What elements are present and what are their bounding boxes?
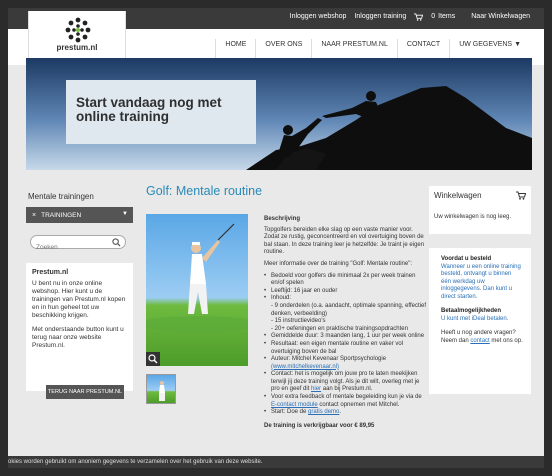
hier-link[interactable]: hier [311,386,321,392]
payment-text: U kunt met iDeal betalen. [441,315,509,322]
banner-title: Start vandaag nog met online training [76,95,222,124]
feedback-text: Voor extra feedback of mentale begeleidi… [271,394,422,401]
questions-text: Heeft u nog andere vragen? Neem dan cont… [441,330,523,345]
right-sidebar: Winkelwagen Uw winkelwagen is nog leeg. … [429,186,531,394]
cart-heading: Winkelwagen [434,191,482,200]
list-item: Resultaat: een eigen mentale routine en … [264,341,426,356]
search-icon[interactable] [112,238,121,247]
chevron-down-icon: ▼ [122,211,128,217]
list-item-label: Inhoud: [271,295,292,302]
e-contact-link[interactable]: E-contact module [271,402,318,408]
trainingen-dropdown[interactable]: × TRAININGEN ▼ [26,207,133,223]
zoom-button[interactable] [146,352,160,366]
page-title: Golf: Mentale routine [146,184,263,198]
sidebar-heading: Mentale trainingen [28,192,94,201]
payment-heading: Betaalmogelijkheden [441,308,502,314]
logo[interactable]: prestum.nl [28,11,126,65]
info-box: Prestum.nl U bent nu in onze online webs… [26,263,133,399]
product-thumbnail[interactable] [146,374,176,404]
start-text: Start: Doe de [271,409,307,416]
description-heading: Beschrijving [264,216,301,222]
order-info-text: Wanneer u een online training besteld, o… [441,263,521,300]
cart-count: 0 [431,13,436,20]
cart-items-label: Items [438,13,456,20]
dropdown-label: TRAININGEN [41,211,82,219]
cart-link[interactable]: Naar Winkelwagen [471,13,530,20]
cart-icon[interactable] [516,191,526,200]
hero-banner: Start vandaag nog met online training [26,58,532,170]
list-item: Bedoeld voor golfers die minimaal 2x per… [264,273,426,288]
demo-link[interactable]: gratis demo [308,409,339,415]
sub-item: - 20+ oefeningen en praktische trainings… [271,325,408,332]
login-webshop-link[interactable]: Inloggen webshop [290,13,347,20]
list-item: Leeftijd: 16 jaar en ouder [264,288,426,296]
search-box [30,235,126,254]
feature-list: Bedoeld voor golfers die minimaal 2x per… [264,273,426,417]
product-content: Golf: Mentale routine Beschrijving Topgo… [146,184,426,429]
logo-icon [65,17,91,43]
price-line: De training is verkrijgbaar voor € 89,95 [264,422,375,429]
list-item: Inhoud: - 9 onderdelen (o.a. aandacht, o… [264,295,426,333]
contact-text-end: aan bij Prestum.nl. [322,386,373,393]
cart-empty-text: Uw winkelwagen is nog leeg. [434,214,512,220]
order-info-box: Voordat u besteld Wanneer u een online t… [429,248,531,394]
description-intro: Topgolfers bereiden elke slag op een vas… [264,226,425,256]
contact-link[interactable]: contact [470,338,489,344]
chevron-down-icon: ▼ [514,41,521,48]
cart-icon[interactable] [414,13,424,21]
list-item: Gemiddelde duur: 3 maanden lang, 1 uur p… [264,333,426,341]
browser-frame: Inloggen webshop Inloggen training 0 Ite… [8,8,544,468]
nav-uw-gegevens-label: UW GEGEVENS [459,41,513,48]
cart-box: Winkelwagen Uw winkelwagen is nog leeg. [429,186,531,234]
feedback-text-end: contact opnemen met Mitchel. [319,401,400,408]
list-item: Auteur: Mitchel Kevenaar Sportpsychologi… [264,356,426,371]
sub-item: - 9 onderdelen (o.a. aandacht, optimale … [271,302,426,317]
logo-text: prestum.nl [56,43,98,52]
info-paragraph-1: U bent nu in onze online webshop. Hier k… [32,280,126,319]
list-item: Voor extra feedback of mentale begeleidi… [264,394,426,409]
magnifier-icon [148,354,158,364]
info-paragraph-2: Met onderstaande button kunt u terug naa… [32,326,124,349]
product-description: Beschrijving Topgolfers bereiden elke sl… [264,216,426,430]
close-icon[interactable]: × [32,212,36,219]
start-text-end: . [339,409,342,416]
banner-text-box: Start vandaag nog met online training [66,80,256,144]
order-info-heading: Voordat u besteld [441,256,492,262]
thumbnail-image [159,381,165,401]
more-info-line: Meer informatie over de training "Golf: … [264,260,412,267]
left-sidebar: Mentale trainingen × TRAININGEN ▼ Prestu… [26,186,133,399]
info-title: Prestum.nl [32,269,69,276]
questions-text-end: met ons op. [491,337,523,344]
product-image[interactable] [146,214,248,366]
golfer-image [146,223,248,332]
author-text: Auteur: Mitchel Kevenaar Sportpsychologi… [271,356,387,363]
author-link[interactable]: (www.mitchelkevenaar.nl) [271,364,339,370]
cookie-bar: okies worden gebruikt om anoniem gegeven… [8,456,544,468]
list-item: Contact: het is mogelijk om jouw pro te … [264,371,426,394]
search-input[interactable] [31,241,111,254]
sub-item: - 15 instructievideo's [271,318,326,325]
list-item: Start: Doe de gratis demo. [264,409,426,417]
login-training-link[interactable]: Inloggen training [354,13,406,20]
back-to-prestum-button[interactable]: TERUG NAAR PRESTUM.NL [46,385,124,399]
